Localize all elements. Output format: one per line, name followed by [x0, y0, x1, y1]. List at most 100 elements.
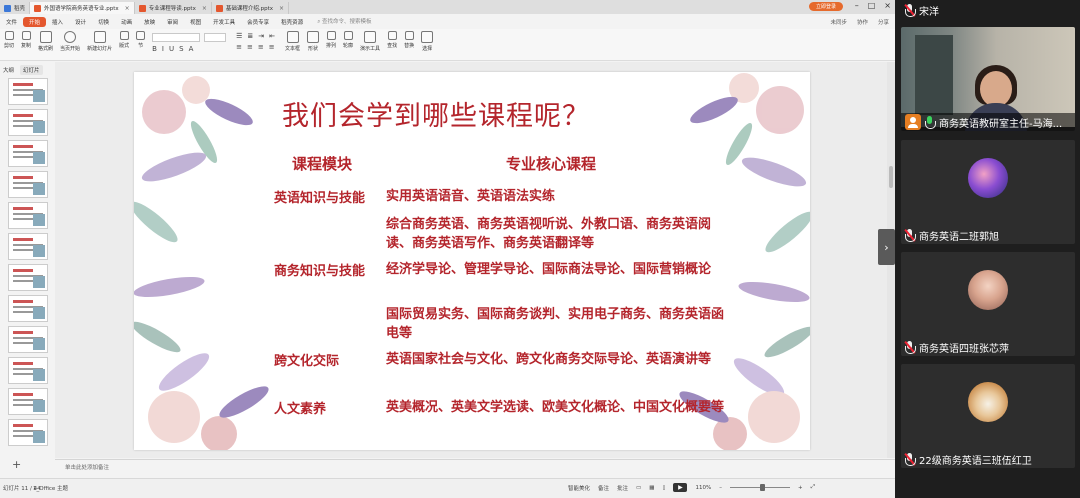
menu-view[interactable]: 视图 [184, 18, 207, 26]
tab-outline[interactable]: 大纲 [3, 66, 14, 74]
slide-thumbnail[interactable] [8, 357, 48, 384]
slide-thumbnail[interactable] [8, 264, 48, 291]
menu-design[interactable]: 设计 [69, 18, 92, 26]
sign-in-button[interactable]: 立即登录 [809, 2, 843, 11]
share-button[interactable]: 分享 [878, 18, 889, 26]
column-header-module: 课程模块 [292, 155, 353, 173]
shape-button[interactable]: 形状 [307, 31, 320, 52]
layout-button[interactable]: 版式 [119, 31, 129, 49]
slide-thumbnail[interactable] [8, 140, 48, 167]
italic-icon[interactable]: I [162, 45, 164, 53]
command-search[interactable]: ⌕ 查找命令、搜索模板 [317, 17, 371, 26]
bold-icon[interactable]: B [152, 45, 157, 53]
textbox-button[interactable]: 文本框 [285, 31, 300, 52]
new-slide-button[interactable]: 新建幻灯片 [87, 31, 112, 52]
zoom-out-icon[interactable]: – [719, 485, 722, 491]
participant-tile[interactable]: 商务英语四班张芯萍 [901, 252, 1075, 356]
tab-course-guide-pptx[interactable]: 专业课程导读.pptx × [135, 2, 212, 14]
align-left-icon[interactable]: ≡ [236, 43, 242, 51]
close-tab-icon[interactable]: × [125, 5, 130, 12]
slide-thumbnail[interactable] [8, 419, 48, 446]
current-slide[interactable]: 我们会学到哪些课程呢？ 课程模块 专业核心课程 英语知识与技能 实用英语语音、英… [134, 72, 810, 450]
menu-insert[interactable]: 插入 [46, 18, 69, 26]
comments-toggle-button[interactable]: 批注 [617, 484, 628, 492]
maximize-icon[interactable]: □ [868, 1, 876, 10]
slide-thumbnail[interactable] [8, 171, 48, 198]
slide-thumbnail[interactable] [8, 326, 48, 353]
find-button[interactable]: 查找 [387, 31, 397, 49]
smart-beautify-button[interactable]: 智能美化 [568, 484, 590, 492]
notes-toggle-button[interactable]: 备注 [598, 484, 609, 492]
slide-thumbnail[interactable] [8, 233, 48, 260]
select-icon [421, 31, 434, 43]
close-tab-icon[interactable]: × [202, 5, 207, 12]
cut-button[interactable]: 剪切 [4, 31, 14, 49]
numbered-list-icon[interactable]: ≣ [247, 32, 253, 40]
collapse-participants-button[interactable]: › [878, 229, 895, 265]
play-slideshow-button[interactable]: ▶ [673, 483, 688, 492]
arrange-button[interactable]: 排列 [326, 31, 336, 49]
textbox-icon [286, 31, 299, 43]
presentation-tools-button[interactable]: 演示工具 [360, 31, 380, 52]
slide-thumbnail[interactable] [8, 202, 48, 229]
participant-tile[interactable]: 宋洋 [901, 0, 1075, 19]
fit-window-icon[interactable]: ⤢ [811, 484, 815, 491]
underline-icon[interactable]: U [169, 45, 174, 53]
close-tab-icon[interactable]: × [279, 5, 284, 12]
select-button[interactable]: 选择 [421, 31, 434, 52]
tab-business-english-pptx[interactable]: 外国语学院商务英语专业.pptx × [30, 2, 135, 14]
add-slide-icon[interactable]: + [12, 458, 21, 471]
sorter-view-icon[interactable]: ▦ [649, 485, 654, 491]
search-icon: ⌕ [317, 19, 321, 25]
menu-file[interactable]: 文件 [0, 18, 23, 26]
presentation-tools-icon [364, 31, 377, 43]
menu-slideshow[interactable]: 放映 [138, 18, 161, 26]
bullet-list-icon[interactable]: ☰ [236, 32, 242, 40]
zoom-level[interactable]: 110% [695, 485, 711, 491]
align-right-icon[interactable]: ≡ [258, 43, 264, 51]
zoom-slider[interactable] [729, 484, 790, 491]
tab-docer[interactable]: 稻壳 [0, 2, 31, 14]
participant-tile[interactable]: 商务英语二班郭旭 [901, 140, 1075, 244]
justify-icon[interactable]: ≡ [269, 43, 275, 51]
normal-view-icon[interactable]: ▭ [636, 485, 641, 491]
outdent-icon[interactable]: ⇤ [269, 32, 275, 40]
slide-thumbnail[interactable] [8, 78, 48, 105]
play-from-current-button[interactable]: 当页开始 [60, 31, 80, 52]
notes-pane[interactable]: 单击此处添加备注 [55, 459, 895, 473]
participant-tile[interactable]: 22级商务英语三班伍红卫 [901, 364, 1075, 468]
section-button[interactable]: 节 [136, 31, 146, 49]
menu-member[interactable]: 会员专享 [241, 18, 275, 26]
close-window-icon[interactable]: × [884, 1, 891, 10]
reading-view-icon[interactable]: ▯ [662, 485, 665, 491]
minimize-icon[interactable]: – [855, 1, 859, 10]
font-size-select[interactable] [204, 33, 227, 42]
replace-button[interactable]: 替换 [404, 31, 414, 49]
menu-animation[interactable]: 动画 [115, 18, 138, 26]
strikethrough-icon[interactable]: S [179, 45, 183, 53]
scrollbar-thumb[interactable] [889, 166, 893, 188]
tab-basic-course-pptx[interactable]: 基础课程介绍.pptx × [212, 2, 290, 14]
avatar [968, 270, 1008, 310]
participant-tile-active-speaker[interactable]: 商务英语教研室主任-马海... [901, 27, 1075, 131]
slide-thumbnail[interactable] [8, 295, 48, 322]
zoom-in-icon[interactable]: + [798, 485, 803, 491]
font-family-select[interactable] [152, 33, 201, 42]
collaborate-button[interactable]: 协作 [857, 18, 868, 26]
menu-developer[interactable]: 开发工具 [207, 18, 241, 26]
slide-thumbnail[interactable] [8, 109, 48, 136]
menu-docer[interactable]: 稻壳资源 [275, 18, 309, 26]
menu-transition[interactable]: 切换 [92, 18, 115, 26]
format-painter-button[interactable]: 格式刷 [38, 31, 53, 52]
font-color-icon[interactable]: A [189, 45, 194, 53]
align-center-icon[interactable]: ≡ [247, 43, 253, 51]
menu-home[interactable]: 开始 [23, 16, 47, 27]
copy-button[interactable]: 复制 [21, 31, 31, 49]
menu-review[interactable]: 审阅 [161, 18, 184, 26]
tab-slides[interactable]: 幻灯片 [20, 65, 43, 75]
indent-icon[interactable]: ⇥ [258, 32, 264, 40]
host-badge-icon [905, 114, 921, 130]
slide-thumbnail[interactable] [8, 388, 48, 415]
unsynced-button[interactable]: 未同步 [830, 18, 847, 26]
outline-button[interactable]: 轮廓 [343, 31, 353, 49]
